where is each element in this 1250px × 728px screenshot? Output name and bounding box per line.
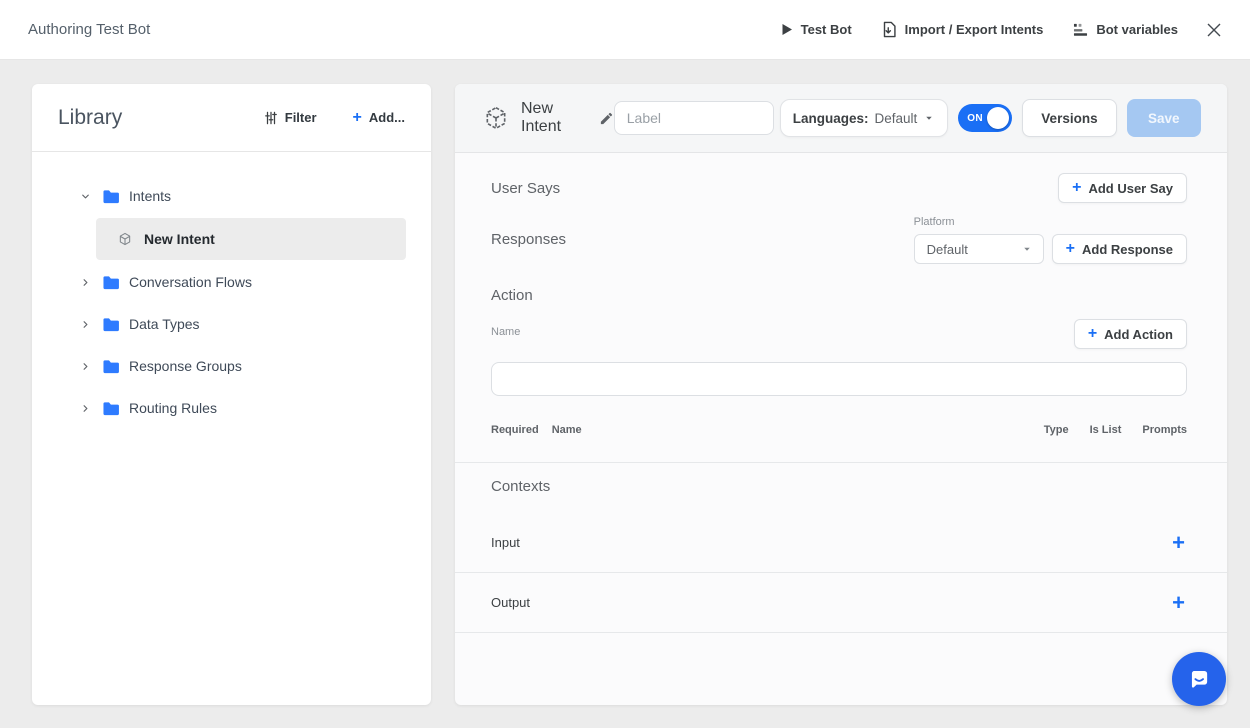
folder-icon — [102, 359, 119, 374]
toggle-knob — [987, 107, 1009, 129]
column-name: Name — [552, 424, 582, 436]
intent-icon — [483, 105, 509, 131]
import-export-label: Import / Export Intents — [905, 22, 1044, 37]
add-output-context-icon[interactable]: + — [1172, 592, 1185, 614]
edit-pencil-icon[interactable] — [599, 111, 614, 126]
platform-dropdown[interactable]: Default — [914, 234, 1044, 264]
plus-icon: + — [1072, 180, 1081, 196]
chevron-right-icon — [78, 403, 92, 414]
save-label: Save — [1148, 111, 1180, 126]
bot-variables-button[interactable]: Bot variables — [1073, 22, 1178, 37]
plus-icon: + — [353, 110, 362, 126]
sidebar-item-routing-rules[interactable]: Routing Rules — [32, 388, 431, 428]
action-heading: Action — [491, 287, 533, 304]
toggle-on-label: ON — [967, 113, 983, 124]
section-divider — [455, 462, 1227, 463]
add-input-context-icon[interactable]: + — [1172, 532, 1185, 554]
caret-down-icon — [1021, 243, 1033, 255]
add-label: Add... — [369, 110, 405, 125]
add-user-say-label: Add User Say — [1088, 181, 1173, 196]
bot-variables-label: Bot variables — [1096, 22, 1178, 37]
column-is-list: Is List — [1090, 424, 1122, 436]
label-input[interactable] — [614, 101, 774, 135]
add-action-button[interactable]: + Add Action — [1074, 319, 1187, 349]
chat-launcher-button[interactable] — [1172, 652, 1226, 706]
chat-bubble-icon — [1184, 664, 1214, 694]
add-button[interactable]: + Add... — [353, 110, 405, 126]
import-export-intents-button[interactable]: Import / Export Intents — [882, 21, 1044, 38]
action-name-input[interactable] — [491, 362, 1187, 396]
sidebar-item-data-types[interactable]: Data Types — [32, 304, 431, 344]
chevron-right-icon — [78, 277, 92, 288]
platform-value: Default — [927, 242, 968, 257]
user-says-heading: User Says — [491, 180, 560, 197]
languages-label: Languages: — [793, 111, 869, 126]
test-bot-label: Test Bot — [801, 22, 852, 37]
versions-button[interactable]: Versions — [1022, 99, 1116, 137]
languages-value: Default — [875, 111, 918, 126]
test-bot-button[interactable]: Test Bot — [781, 22, 852, 37]
add-action-label: Add Action — [1104, 327, 1173, 342]
caret-down-icon — [923, 112, 935, 124]
responses-heading: Responses — [491, 231, 566, 248]
intent-editor-header: New Intent Languages: Default ON Version… — [455, 84, 1227, 153]
sidebar-item-new-intent[interactable]: New Intent — [96, 218, 406, 260]
plus-icon: + — [1088, 326, 1097, 342]
platform-label: Platform — [914, 216, 955, 228]
tree-item-label: Response Groups — [129, 358, 242, 374]
library-tree: Intents New Intent Conversation Flows — [32, 152, 431, 428]
languages-dropdown[interactable]: Languages: Default — [780, 99, 949, 137]
context-output-row: Output + — [455, 573, 1227, 633]
add-user-say-button[interactable]: + Add User Say — [1058, 173, 1187, 203]
folder-icon — [102, 189, 119, 204]
library-header: Library Filter + Add... — [32, 84, 431, 152]
filter-icon — [264, 111, 278, 125]
column-prompts: Prompts — [1142, 424, 1187, 436]
app-title: Authoring Test Bot — [28, 21, 150, 38]
parameters-table-header: Required Name Type Is List Prompts — [491, 424, 1187, 436]
library-panel: Library Filter + Add... — [32, 84, 431, 705]
sidebar-item-conversation-flows[interactable]: Conversation Flows — [32, 262, 431, 302]
intent-icon — [118, 232, 132, 246]
topbar: Authoring Test Bot Test Bot Import / Exp… — [0, 0, 1250, 60]
context-input-row: Input + — [455, 513, 1227, 573]
play-icon — [781, 23, 793, 36]
bot-variables-icon — [1073, 23, 1088, 37]
intent-name: New Intent — [521, 100, 589, 136]
chevron-right-icon — [78, 319, 92, 330]
chevron-right-icon — [78, 361, 92, 372]
tree-item-label: Intents — [129, 188, 171, 204]
add-response-label: Add Response — [1082, 242, 1173, 257]
versions-label: Versions — [1041, 111, 1097, 126]
folder-icon — [102, 275, 119, 290]
tree-item-label: Routing Rules — [129, 400, 217, 416]
sidebar-item-response-groups[interactable]: Response Groups — [32, 346, 431, 386]
tree-item-label: New Intent — [144, 231, 215, 247]
import-export-icon — [882, 21, 897, 38]
contexts-heading: Contexts — [491, 478, 550, 495]
tree-item-label: Data Types — [129, 316, 200, 332]
column-type: Type — [1044, 424, 1069, 436]
intent-editor-panel: New Intent Languages: Default ON Version… — [455, 84, 1227, 705]
tree-item-label: Conversation Flows — [129, 274, 252, 290]
add-response-button[interactable]: + Add Response — [1052, 234, 1187, 264]
intent-editor-content: User Says + Add User Say Responses Platf… — [455, 153, 1227, 704]
filter-label: Filter — [285, 110, 317, 125]
context-input-label: Input — [491, 535, 520, 550]
column-required: Required — [491, 424, 539, 436]
library-title: Library — [58, 106, 122, 130]
sidebar-item-intents[interactable]: Intents — [32, 176, 431, 216]
topbar-actions: Test Bot Import / Export Intents Bot v — [781, 21, 1222, 38]
context-output-label: Output — [491, 595, 530, 610]
folder-icon — [102, 317, 119, 332]
close-icon[interactable] — [1206, 22, 1222, 38]
action-name-label: Name — [491, 326, 520, 338]
save-button[interactable]: Save — [1127, 99, 1201, 137]
filter-button[interactable]: Filter — [264, 110, 317, 125]
plus-icon: + — [1066, 241, 1075, 257]
intent-enabled-toggle[interactable]: ON — [958, 104, 1012, 132]
folder-icon — [102, 401, 119, 416]
chevron-down-icon — [78, 191, 92, 202]
